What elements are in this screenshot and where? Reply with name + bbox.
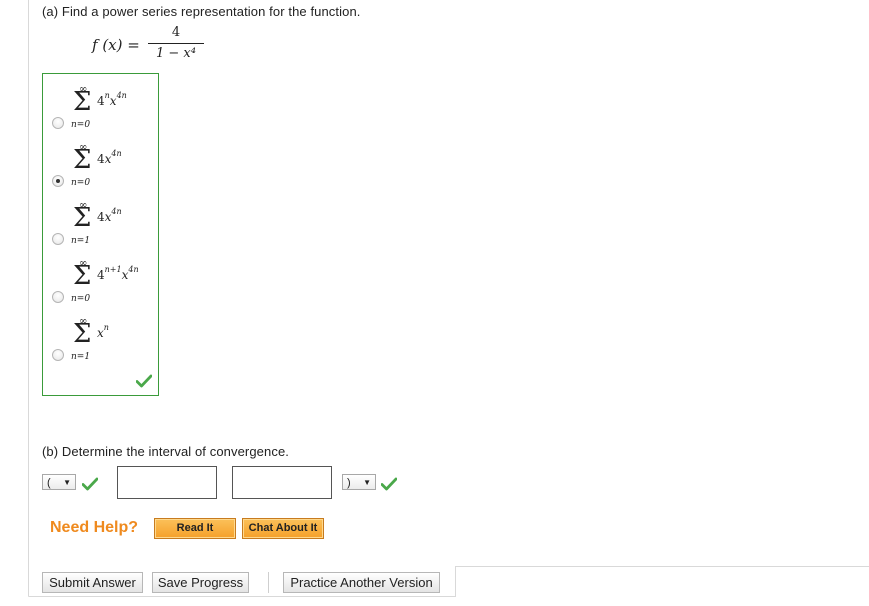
sum-lower-limit: n=0 bbox=[71, 120, 91, 130]
panel-border-bottom bbox=[28, 596, 456, 597]
panel-border-step bbox=[455, 566, 869, 567]
right-bracket-value: ) bbox=[347, 477, 351, 489]
choice-option-3[interactable]: ∞ Σ n=1 4x4n bbox=[43, 196, 158, 254]
fraction-denominator: 1 − x⁴ bbox=[156, 46, 196, 61]
function-definition: f (x) = 4 1 − x⁴ bbox=[92, 24, 232, 68]
sum-lower-limit: n=1 bbox=[71, 352, 91, 362]
left-bracket-value: ( bbox=[47, 477, 51, 489]
sigma-symbol: Σ bbox=[73, 145, 92, 175]
check-icon bbox=[82, 477, 98, 491]
choice-list: ∞ Σ n=0 4nx4n ∞ Σ n=0 4x4n ∞ Σ n=1 4x4n … bbox=[42, 73, 159, 396]
part-b-prompt: (b) Determine the interval of convergenc… bbox=[42, 444, 289, 459]
choice-option-1[interactable]: ∞ Σ n=0 4nx4n bbox=[43, 80, 158, 138]
save-progress-button[interactable]: Save Progress bbox=[152, 572, 249, 593]
button-divider bbox=[268, 572, 269, 593]
fraction-bar bbox=[148, 43, 204, 44]
sum-lower-limit: n=1 bbox=[71, 236, 91, 246]
sum-term: 4n+1x4n bbox=[97, 265, 139, 282]
submit-answer-button[interactable]: Submit Answer bbox=[42, 572, 143, 593]
practice-another-version-button[interactable]: Practice Another Version bbox=[283, 572, 440, 593]
sigma-symbol: Σ bbox=[73, 203, 92, 233]
choice-expression-3: ∞ Σ n=1 4x4n bbox=[71, 196, 161, 254]
sigma-symbol: Σ bbox=[73, 319, 92, 349]
check-icon bbox=[381, 477, 397, 491]
check-icon bbox=[136, 374, 152, 388]
interval-lower-input[interactable] bbox=[117, 466, 217, 499]
sum-term: 4x4n bbox=[97, 207, 122, 224]
choice-radio-4[interactable] bbox=[52, 291, 64, 303]
choice-radio-1[interactable] bbox=[52, 117, 64, 129]
panel-border-left bbox=[28, 0, 29, 596]
sum-term: xn bbox=[97, 323, 109, 340]
right-bracket-select[interactable]: ) ▼ bbox=[342, 474, 376, 490]
sum-term: 4x4n bbox=[97, 149, 122, 166]
fraction-numerator: 4 bbox=[171, 25, 181, 40]
choice-expression-2: ∞ Σ n=0 4x4n bbox=[71, 138, 161, 196]
choice-radio-3[interactable] bbox=[52, 233, 64, 245]
chevron-down-icon: ▼ bbox=[63, 478, 71, 487]
sum-lower-limit: n=0 bbox=[71, 178, 91, 188]
choice-expression-5: ∞ Σ n=1 xn bbox=[71, 312, 161, 370]
need-help-label: Need Help? bbox=[50, 519, 139, 536]
function-lhs: f (x) = bbox=[92, 36, 140, 54]
choice-radio-2[interactable] bbox=[52, 175, 64, 187]
left-bracket-select[interactable]: ( ▼ bbox=[42, 474, 76, 490]
sum-lower-limit: n=0 bbox=[71, 294, 91, 304]
choice-option-5[interactable]: ∞ Σ n=1 xn bbox=[43, 312, 158, 370]
sum-term: 4nx4n bbox=[97, 91, 127, 108]
sigma-symbol: Σ bbox=[73, 87, 92, 117]
choice-expression-4: ∞ Σ n=0 4n+1x4n bbox=[71, 254, 161, 312]
choice-expression-1: ∞ Σ n=0 4nx4n bbox=[71, 80, 161, 138]
sigma-symbol: Σ bbox=[73, 261, 92, 291]
choice-option-2[interactable]: ∞ Σ n=0 4x4n bbox=[43, 138, 158, 196]
chevron-down-icon: ▼ bbox=[363, 478, 371, 487]
choice-radio-5[interactable] bbox=[52, 349, 64, 361]
chat-about-it-button[interactable]: Chat About It bbox=[242, 518, 324, 539]
choice-option-4[interactable]: ∞ Σ n=0 4n+1x4n bbox=[43, 254, 158, 312]
part-a-prompt: (a) Find a power series representation f… bbox=[42, 4, 361, 19]
read-it-button[interactable]: Read It bbox=[154, 518, 236, 539]
interval-upper-input[interactable] bbox=[232, 466, 332, 499]
panel-border-right bbox=[455, 566, 456, 597]
function-fraction: 4 1 − x⁴ bbox=[148, 24, 204, 63]
